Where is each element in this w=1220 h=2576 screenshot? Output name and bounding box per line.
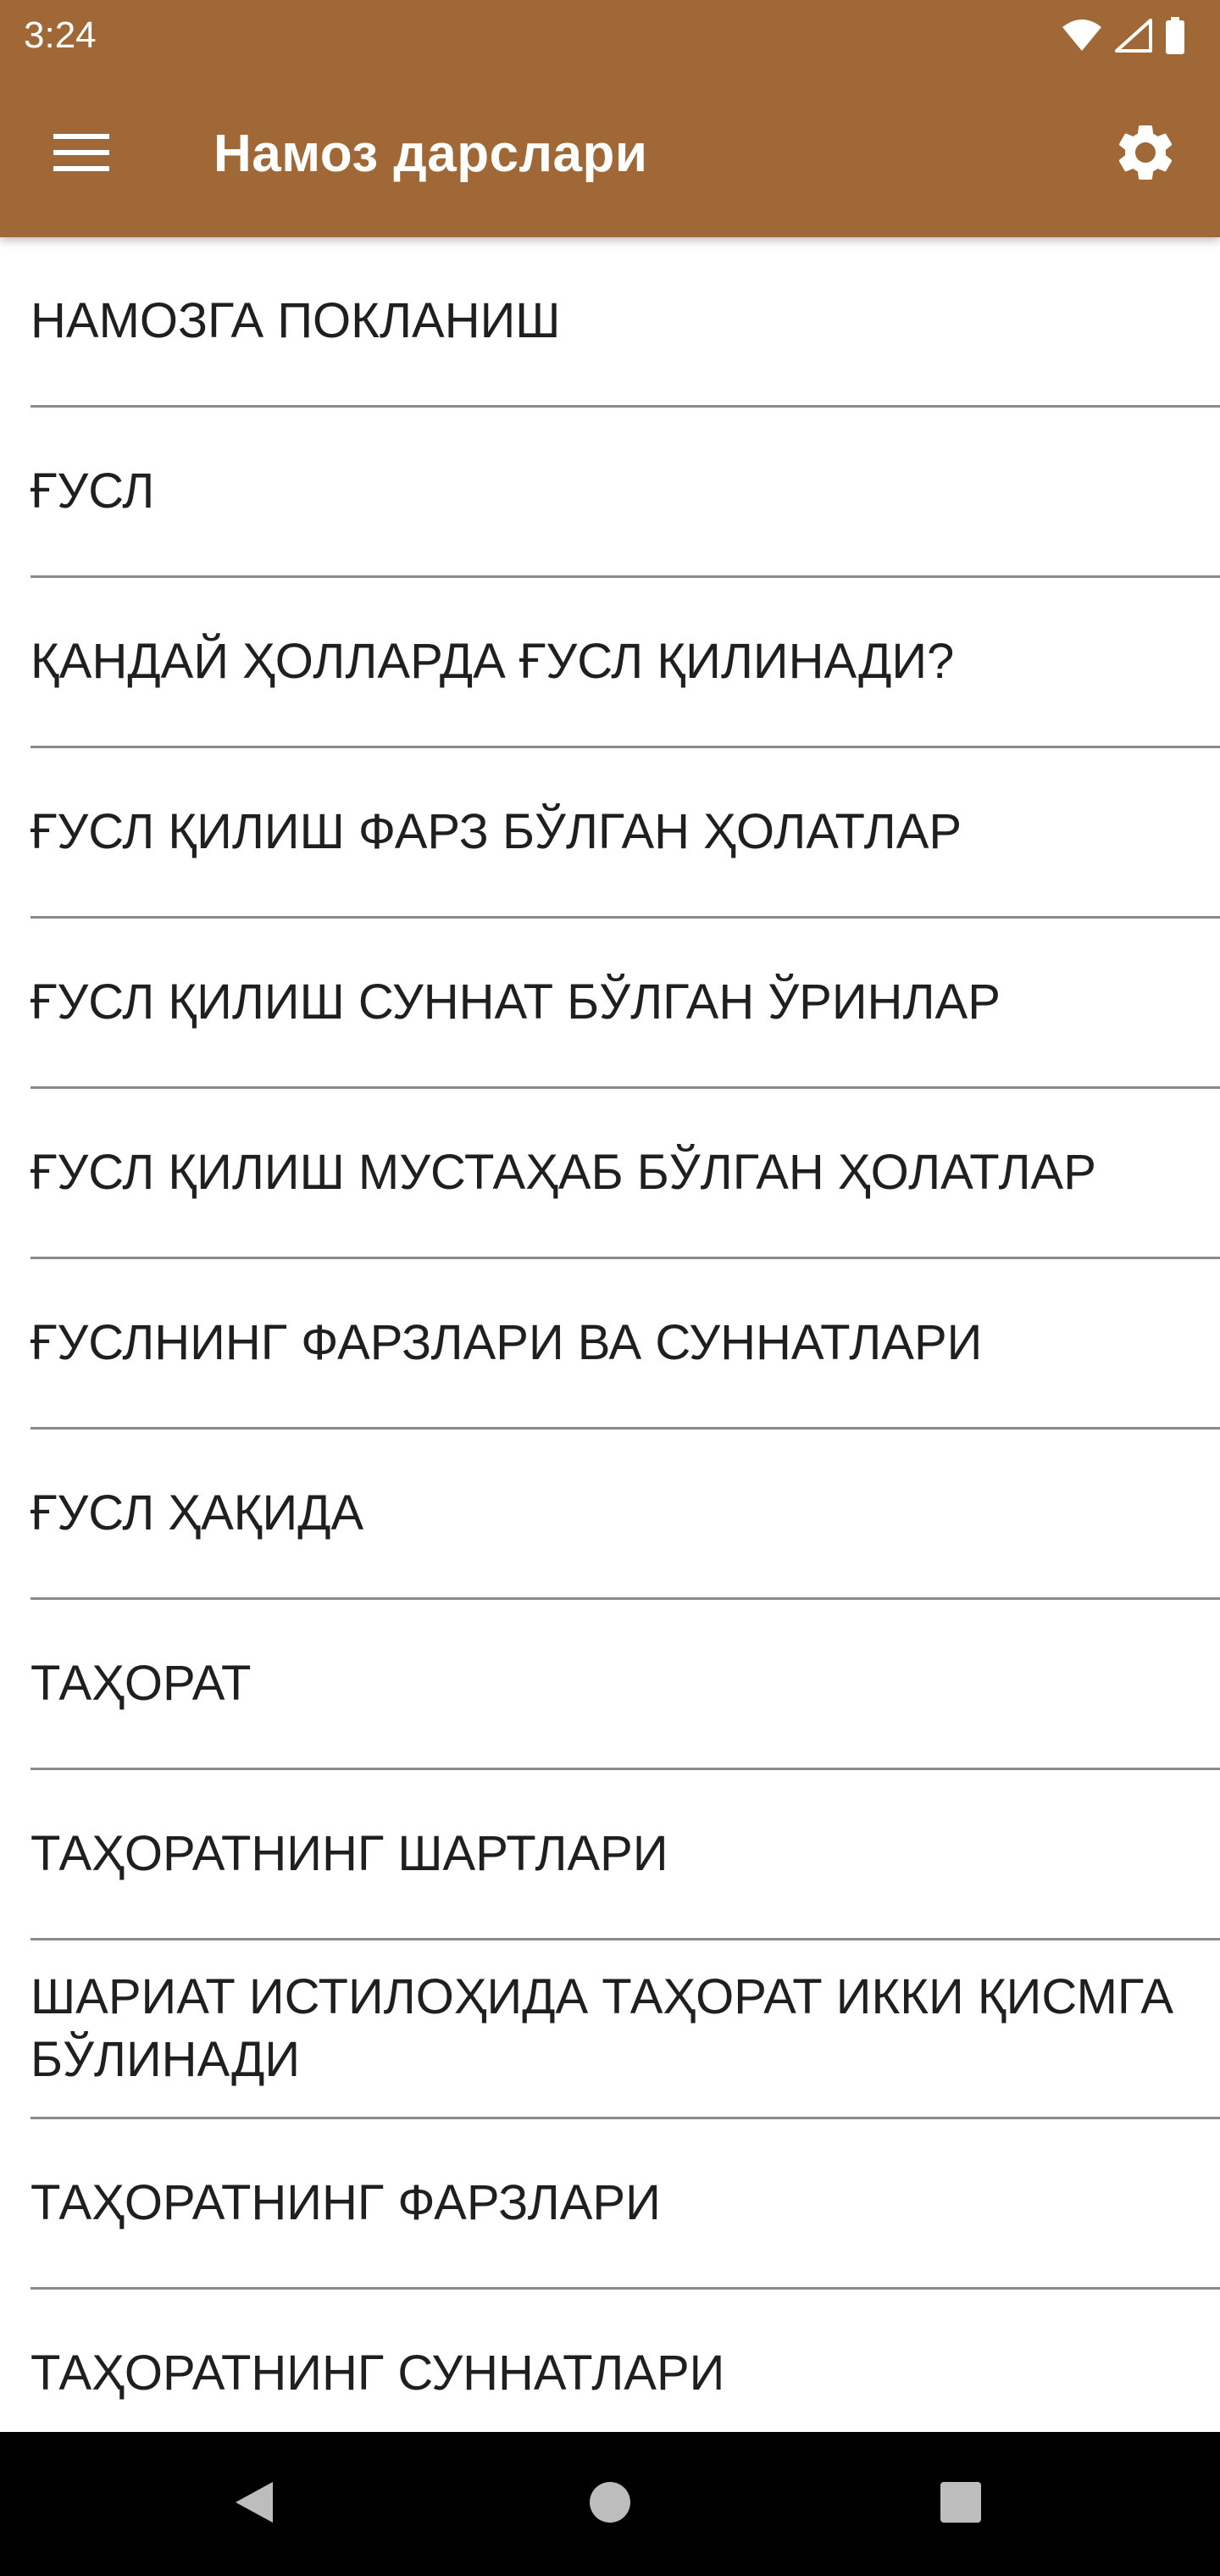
system-nav-bar — [0, 2432, 1220, 2576]
list-item[interactable]: ҒУСЛ — [30, 408, 1220, 578]
gear-icon — [1112, 119, 1179, 191]
list-item-label: ҚАНДАЙ ҲОЛЛАРДА ҒУСЛ ҚИЛИНАДИ? — [30, 634, 955, 689]
wifi-icon — [1061, 19, 1103, 53]
list-item-label: ШАРИАТ ИСТИЛОҲИДА ТАҲОРАТ ИККИ ҚИСМГА БЎ… — [30, 1969, 1174, 2087]
toolbar: Намоз дарслари — [0, 71, 1220, 237]
back-button[interactable] — [220, 2470, 288, 2538]
list-item[interactable]: ТАҲОРАТНИНГ СУННАТЛАРИ — [30, 2290, 1220, 2432]
list-item[interactable]: НАМОЗГА ПОКЛАНИШ — [30, 237, 1220, 408]
list-item-label: ҒУСЛ — [30, 464, 155, 519]
list-item-label: ҒУСЛ ҲАҚИДА — [30, 1485, 364, 1541]
list-item[interactable]: ТАҲОРАТНИНГ ШАРТЛАРИ — [30, 1770, 1220, 1940]
list-item[interactable]: ҒУСЛ ҚИЛИШ ФАРЗ БЎЛГАН ҲОЛАТЛАР — [30, 748, 1220, 919]
list-item-label: ТАҲОРАТНИНГ ФАРЗЛАРИ — [30, 2175, 661, 2230]
page-title: Намоз дарслари — [214, 125, 648, 183]
list-item-label: НАМОЗГА ПОКЛАНИШ — [30, 293, 561, 348]
list-item-label: ТАҲОРАТНИНГ ШАРТЛАРИ — [30, 1826, 668, 1881]
app-header: 3:24 Намоз дарслари — [0, 0, 1220, 237]
list-item-label: ТАҲОРАТНИНГ СУННАТЛАРИ — [30, 2346, 725, 2401]
status-time: 3:24 — [24, 14, 97, 56]
settings-button[interactable] — [1101, 110, 1190, 198]
list-item[interactable]: ТАҲОРАТНИНГ ФАРЗЛАРИ — [30, 2119, 1220, 2290]
list-item[interactable]: ҒУСЛ ҚИЛИШ МУСТАҲАБ БЎЛГАН ҲОЛАТЛАР — [30, 1089, 1220, 1259]
list-item-label: ҒУСЛ ҚИЛИШ ФАРЗ БЎЛГАН ҲОЛАТЛАР — [30, 804, 962, 859]
list-item[interactable]: ТАҲОРАТ — [30, 1600, 1220, 1770]
list-item-label: ҒУСЛ ҚИЛИШ МУСТАҲАБ БЎЛГАН ҲОЛАТЛАР — [30, 1145, 1096, 1200]
list-item-label: ТАҲОРАТ — [30, 1656, 252, 1711]
list-item[interactable]: ҒУСЛ ҚИЛИШ СУННАТ БЎЛГАН ЎРИНЛАР — [30, 919, 1220, 1089]
back-icon — [232, 2479, 276, 2530]
menu-button[interactable] — [41, 114, 122, 195]
home-button[interactable] — [576, 2470, 644, 2538]
recents-button[interactable] — [927, 2470, 995, 2538]
hamburger-menu-icon — [53, 132, 109, 177]
list-item-label: ҒУСЛНИНГ ФАРЗЛАРИ ВА СУННАТЛАРИ — [30, 1315, 983, 1370]
status-icons — [1061, 15, 1186, 56]
signal-icon — [1115, 19, 1152, 53]
lesson-list: НАМОЗГА ПОКЛАНИШ ҒУСЛ ҚАНДАЙ ҲОЛЛАРДА ҒУ… — [0, 237, 1220, 2432]
list-item[interactable]: ҒУСЛ ҲАҚИДА — [30, 1430, 1220, 1600]
list-item[interactable]: ШАРИАТ ИСТИЛОҲИДА ТАҲОРАТ ИККИ ҚИСМГА БЎ… — [30, 1940, 1220, 2119]
list-item[interactable]: ҚАНДАЙ ҲОЛЛАРДА ҒУСЛ ҚИЛИНАДИ? — [30, 578, 1220, 748]
status-bar: 3:24 — [0, 0, 1220, 71]
recents-icon — [939, 2480, 983, 2529]
list-item[interactable]: ҒУСЛНИНГ ФАРЗЛАРИ ВА СУННАТЛАРИ — [30, 1259, 1220, 1430]
app-screen: 3:24 Намоз дарслари НАМОЗГА ПОКЛАНИШ ҒУС… — [0, 0, 1220, 2576]
battery-icon — [1164, 17, 1186, 54]
home-icon — [588, 2480, 632, 2529]
list-item-label: ҒУСЛ ҚИЛИШ СУННАТ БЎЛГАН ЎРИНЛАР — [30, 974, 1001, 1030]
